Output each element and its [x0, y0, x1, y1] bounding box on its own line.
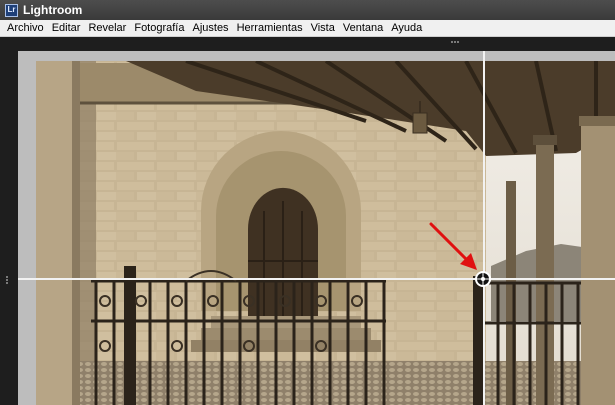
left-panel-toggle-icon[interactable] [6, 276, 10, 285]
menu-ajustes[interactable]: Ajustes [188, 22, 232, 34]
sepia-photo-image [36, 61, 615, 405]
window-title: Lightroom [23, 3, 83, 17]
crop-guide-horizontal[interactable] [18, 278, 615, 280]
menu-vista[interactable]: Vista [307, 22, 339, 34]
lightroom-logo-icon: Lr [5, 3, 18, 17]
menu-revelar[interactable]: Revelar [84, 22, 130, 34]
menu-ventana[interactable]: Ventana [339, 22, 387, 34]
menu-bar: Archivo Editar Revelar Fotografía Ajuste… [0, 20, 615, 37]
menu-ayuda[interactable]: Ayuda [387, 22, 426, 34]
red-arrow-annotation-icon [425, 218, 485, 278]
menu-fotografia[interactable]: Fotografía [130, 22, 188, 34]
menu-herramientas[interactable]: Herramientas [233, 22, 307, 34]
top-panel-toggle-icon[interactable] [451, 41, 461, 45]
photo-preview[interactable] [36, 61, 615, 405]
menu-archivo[interactable]: Archivo [0, 22, 48, 34]
menu-editar[interactable]: Editar [48, 22, 85, 34]
title-bar: Lr Lightroom [0, 0, 615, 20]
